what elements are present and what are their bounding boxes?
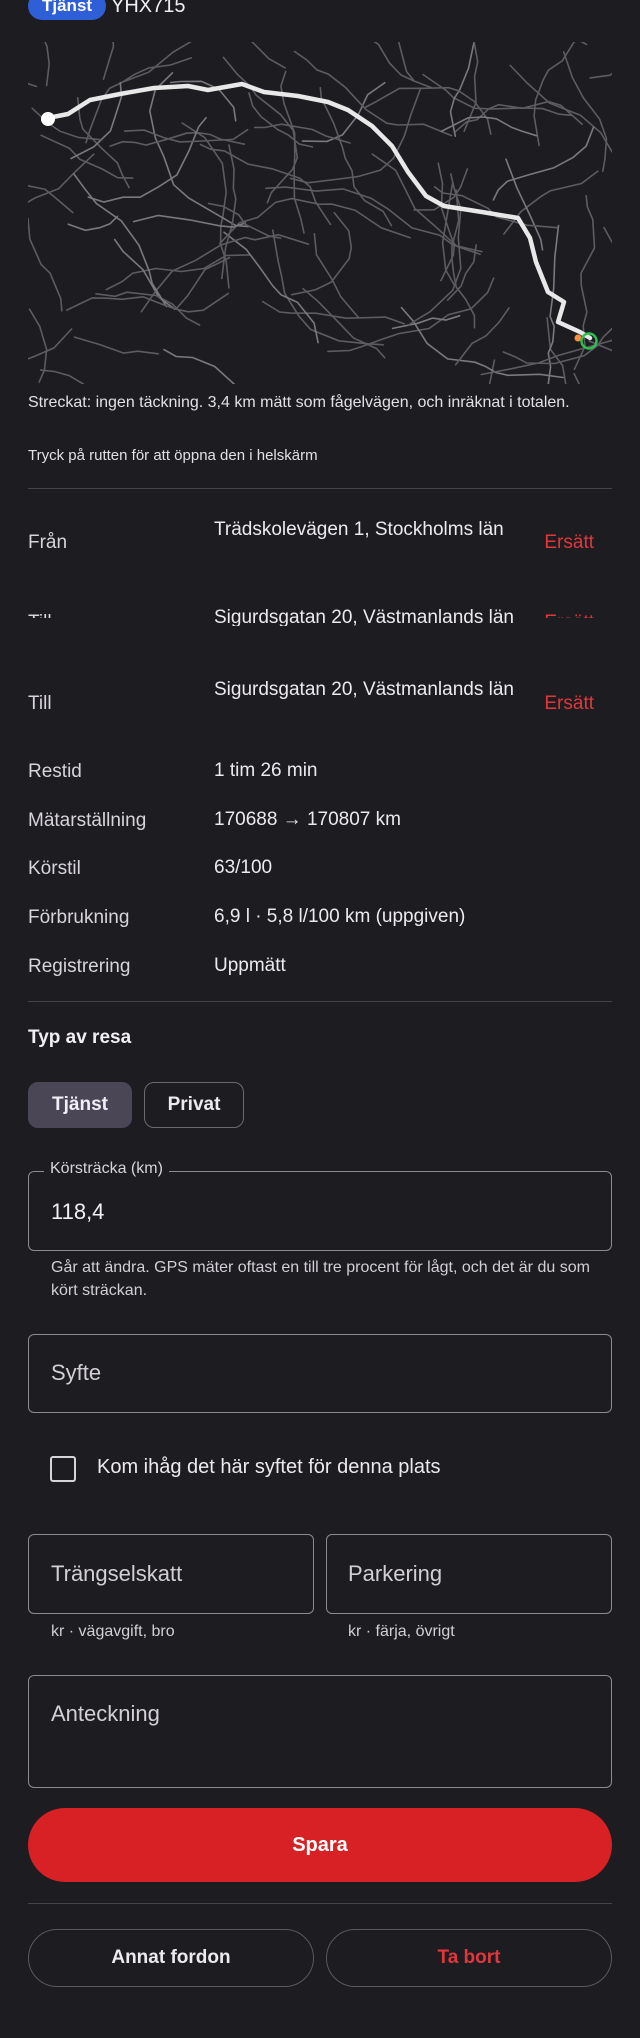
divider (28, 488, 612, 489)
odometer-value: 170688 → 170807 km (214, 809, 401, 830)
trip-type-title: Typ av resa (28, 1027, 132, 1048)
to-label: Till (28, 693, 52, 714)
divider (28, 1903, 612, 1904)
from-label: Från (28, 532, 68, 553)
route-map-canvas[interactable] (28, 42, 612, 384)
consumption-value: 6,9 l · 5,8 l/100 km (uppgiven) (214, 906, 466, 927)
save-button[interactable]: Spara (28, 1808, 612, 1882)
purpose-field[interactable] (28, 1334, 612, 1413)
replace-to-button[interactable]: Ersätt (544, 693, 594, 715)
trip-type-badge: Tjänst (28, 0, 107, 20)
parking-placeholder[interactable]: Parkering (348, 1561, 442, 1587)
parking-helper: kr · färja, övrigt (348, 1623, 455, 1640)
purpose-placeholder[interactable]: Syfte (51, 1360, 101, 1386)
note-placeholder[interactable]: Anteckning (51, 1701, 160, 1727)
route-map[interactable] (28, 42, 612, 384)
driving-style-label: Körstil (28, 858, 81, 879)
distance-helper: Går att ändra. GPS mäter oftast en till … (51, 1259, 590, 1299)
travel-time-value: 1 tim 26 min (214, 760, 318, 781)
driving-style-value: 63/100 (214, 857, 273, 878)
to-address-ghost: Sigurdsgatan 20, Västmanlands län (214, 607, 514, 626)
route-start-marker (41, 112, 55, 126)
other-vehicle-button[interactable]: Annat fordon (28, 1929, 314, 1987)
congestion-tax-helper: kr · vägavgift, bro (51, 1623, 175, 1640)
delete-button[interactable]: Ta bort (326, 1929, 612, 1987)
trip-type-private-button[interactable]: Privat (144, 1082, 244, 1128)
trip-type-service-button[interactable]: Tjänst (28, 1082, 132, 1128)
replace-to-ghost: Ersätt (544, 612, 594, 618)
distance-field[interactable] (28, 1171, 612, 1251)
coverage-note: Streckat: ingen täckning. 3,4 km mätt so… (28, 394, 570, 411)
odometer-label: Mätarställning (28, 810, 147, 831)
to-address: Sigurdsgatan 20, Västmanlands län (214, 679, 514, 700)
registration-label: Registrering (28, 956, 131, 977)
note-field[interactable] (28, 1675, 612, 1788)
remember-purpose-checkbox[interactable] (50, 1456, 76, 1482)
distance-value[interactable]: 118,4 (51, 1199, 104, 1225)
from-address: Trädskolevägen 1, Stockholms län (214, 519, 504, 540)
travel-time-label: Restid (28, 761, 82, 782)
replace-from-button[interactable]: Ersätt (544, 532, 594, 554)
registration-value: Uppmätt (214, 955, 286, 976)
to-label-ghost: Till (28, 612, 52, 618)
remember-purpose-label[interactable]: Kom ihåg det här syftet för denna plats (97, 1456, 441, 1479)
fullscreen-hint: Tryck på rutten för att öppna den i hels… (28, 447, 318, 464)
divider (28, 1001, 612, 1002)
distance-field-label: Körsträcka (km) (44, 1160, 169, 1178)
congestion-tax-placeholder[interactable]: Trängselskatt (51, 1561, 182, 1587)
consumption-label: Förbrukning (28, 907, 130, 928)
vehicle-plate: YHX715 (111, 0, 186, 17)
